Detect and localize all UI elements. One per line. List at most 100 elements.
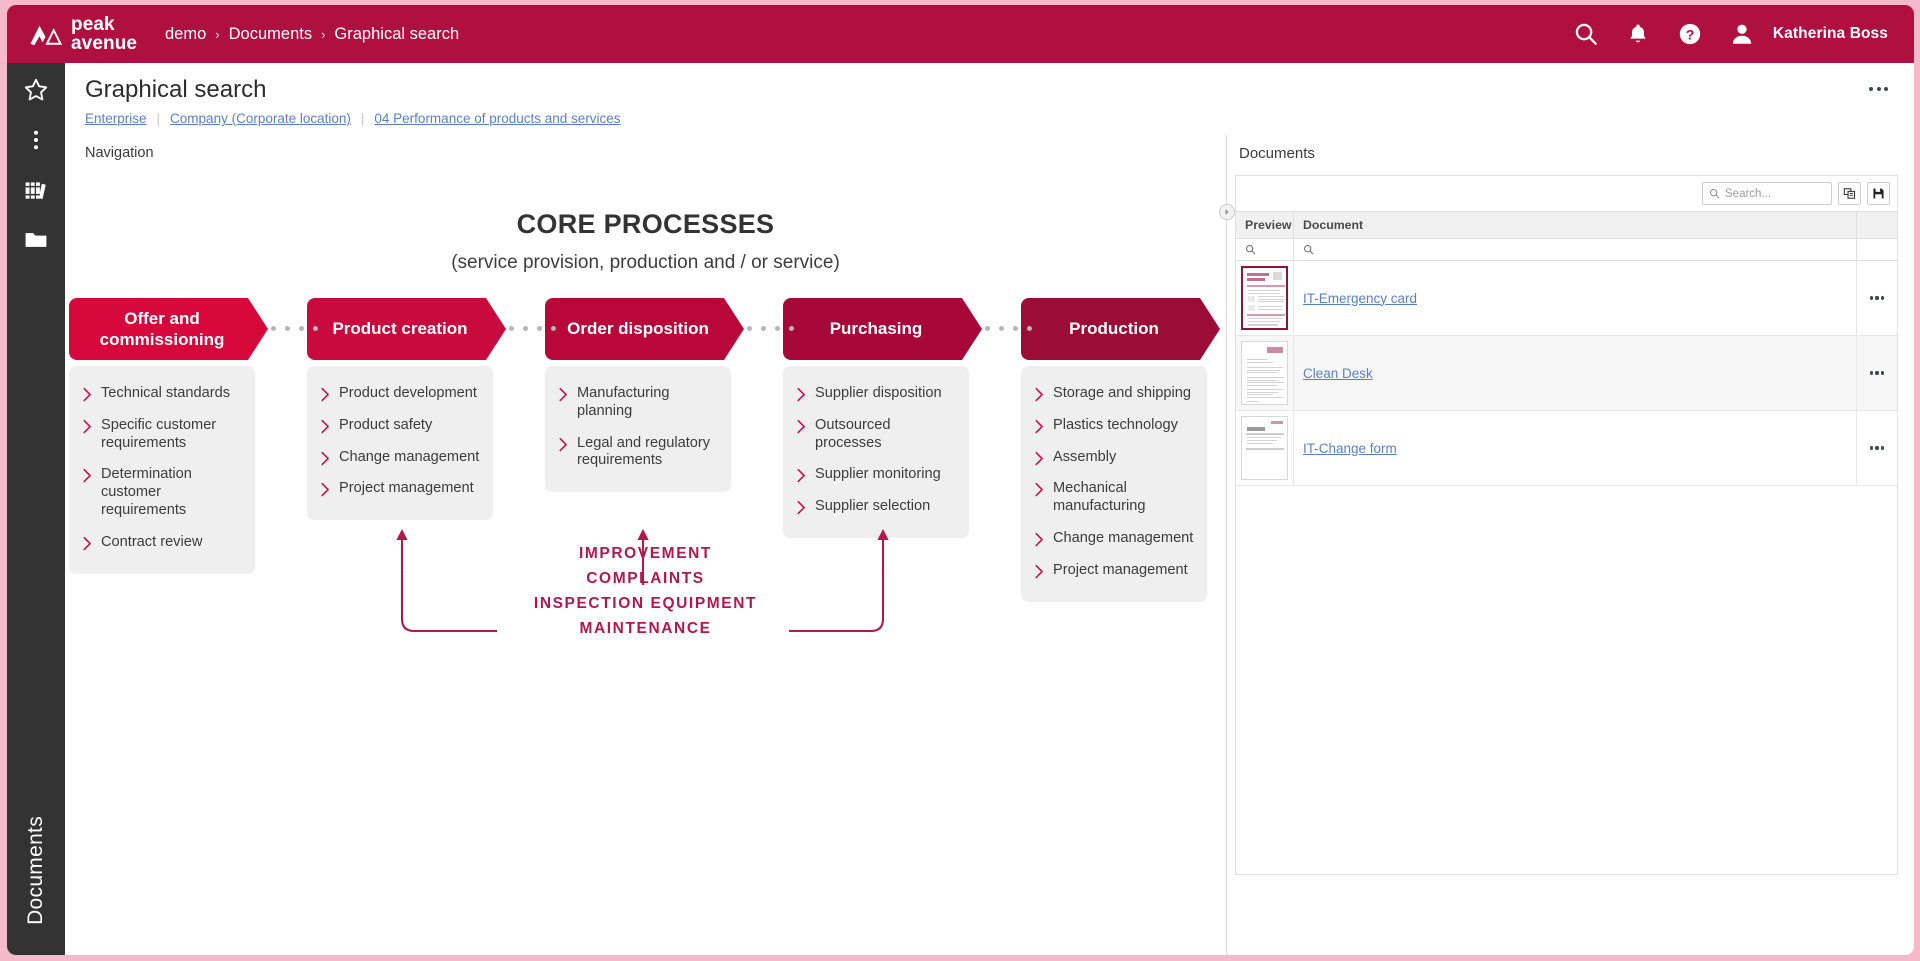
dot xyxy=(775,326,780,331)
process-item[interactable]: Technical standards xyxy=(81,385,243,403)
process-column: Product creation Product development Produ… xyxy=(307,298,506,521)
peak-avenue-logo-icon xyxy=(30,25,63,46)
process-item[interactable]: Storage and shipping xyxy=(1033,385,1195,403)
process-header-product-creation[interactable]: Product creation xyxy=(307,298,506,360)
process-item-label: Plastics technology xyxy=(1053,416,1178,433)
search-input[interactable] xyxy=(1725,187,1825,200)
dot xyxy=(1869,296,1873,300)
table-row[interactable]: IT-Emergency card xyxy=(1236,261,1897,336)
chevron-right-icon xyxy=(321,387,329,402)
process-item-label: Supplier monitoring xyxy=(815,466,941,483)
chevron-right-icon xyxy=(797,469,805,483)
page-title: Graphical search xyxy=(85,76,267,103)
dot xyxy=(1875,296,1879,300)
process-header-label: Purchasing xyxy=(829,319,923,339)
save-button[interactable] xyxy=(1867,182,1890,205)
brand-line-2: avenue xyxy=(71,33,138,54)
document-link[interactable]: Clean Desk xyxy=(1303,366,1373,381)
chevron-right-icon xyxy=(559,437,567,451)
dot xyxy=(523,326,528,331)
process-header-order-disposition[interactable]: Order disposition xyxy=(545,298,744,360)
top-header-bar: peak avenue demo › Documents › Graphical… xyxy=(7,5,1914,63)
process-item[interactable]: Product development xyxy=(319,385,481,403)
breadcrumb-item-graphical-search[interactable]: Graphical search xyxy=(334,25,459,44)
username-label[interactable]: Katherina Boss xyxy=(1773,25,1888,43)
process-item[interactable]: Legal and regulatory requirements xyxy=(557,435,719,471)
search-icon[interactable] xyxy=(1573,21,1599,47)
dot xyxy=(313,326,318,331)
copy-button[interactable] xyxy=(1838,182,1861,205)
dot xyxy=(1869,87,1873,91)
folder-icon[interactable] xyxy=(23,227,49,253)
row-overflow-menu[interactable] xyxy=(1866,288,1889,307)
cell-actions xyxy=(1856,336,1897,410)
more-vertical-icon[interactable] xyxy=(23,127,49,153)
process-item[interactable]: Supplier monitoring xyxy=(795,466,957,484)
brand-logo[interactable]: peak avenue xyxy=(7,14,147,54)
rail-vertical-label-documents[interactable]: Documents xyxy=(24,816,48,925)
row-overflow-menu[interactable] xyxy=(1866,438,1889,457)
process-item[interactable]: Change management xyxy=(319,449,481,467)
chevron-right-icon xyxy=(1035,451,1043,465)
process-item[interactable]: Product safety xyxy=(319,417,481,435)
dot xyxy=(299,326,304,331)
dot xyxy=(789,326,794,331)
dot xyxy=(1027,326,1032,331)
dot xyxy=(761,326,766,331)
process-item[interactable]: Supplier disposition xyxy=(795,385,957,403)
page-overflow-menu[interactable] xyxy=(1863,81,1894,97)
document-link[interactable]: IT-Emergency card xyxy=(1303,291,1417,306)
column-header-actions xyxy=(1856,212,1897,238)
document-thumbnail[interactable] xyxy=(1241,341,1288,405)
context-link-performance[interactable]: 04 Performance of products and services xyxy=(374,111,620,126)
bell-icon[interactable] xyxy=(1625,21,1651,47)
process-header-purchasing[interactable]: Purchasing xyxy=(783,298,982,360)
process-item[interactable]: Plastics technology xyxy=(1033,417,1195,435)
document-link[interactable]: IT-Change form xyxy=(1303,441,1397,456)
dot xyxy=(1875,371,1879,375)
filter-cell-document[interactable] xyxy=(1293,239,1856,260)
dot xyxy=(509,326,514,331)
process-item[interactable]: Assembly xyxy=(1033,449,1195,467)
user-icon[interactable] xyxy=(1729,21,1755,47)
process-item-label: Product safety xyxy=(339,416,433,433)
breadcrumb-item-documents[interactable]: Documents xyxy=(229,25,312,44)
row-overflow-menu[interactable] xyxy=(1866,363,1889,382)
process-item[interactable]: Manufacturing planning xyxy=(557,385,719,421)
dot xyxy=(1884,87,1888,91)
search-input-wrapper[interactable] xyxy=(1702,182,1832,205)
left-icon-rail: Documents xyxy=(7,63,65,955)
breadcrumb-item-demo[interactable]: demo xyxy=(165,25,206,44)
table-row[interactable]: Clean Desk xyxy=(1236,336,1897,411)
connector-dots xyxy=(271,326,318,331)
process-header-production[interactable]: Production xyxy=(1021,298,1220,360)
connector-dots xyxy=(747,326,794,331)
dot xyxy=(1881,371,1885,375)
context-link-company[interactable]: Company (Corporate location) xyxy=(170,111,351,126)
header-actions: ? Katherina Boss xyxy=(1573,21,1914,47)
dot xyxy=(1881,446,1885,450)
table-row[interactable]: IT-Change form xyxy=(1236,411,1897,486)
process-item[interactable]: Specific customer requirements xyxy=(81,417,243,453)
column-header-document[interactable]: Document xyxy=(1293,212,1856,238)
column-header-preview[interactable]: Preview xyxy=(1236,218,1293,232)
filter-cell-preview[interactable] xyxy=(1236,239,1293,260)
dot xyxy=(1881,296,1885,300)
dot xyxy=(551,326,556,331)
context-link-enterprise[interactable]: Enterprise xyxy=(85,111,147,126)
document-thumbnail[interactable] xyxy=(1241,416,1288,480)
process-item[interactable]: Outsourced processes xyxy=(795,417,957,453)
process-header-offer-and-commissioning[interactable]: Offer and commissioning xyxy=(69,298,268,360)
panel-divider xyxy=(1226,135,1227,955)
star-icon[interactable] xyxy=(23,77,49,103)
cell-preview xyxy=(1236,261,1293,335)
search-icon xyxy=(1709,188,1720,199)
diagram-title: CORE PROCESSES xyxy=(516,209,775,239)
chevron-right-icon xyxy=(321,419,329,434)
dot xyxy=(1013,326,1018,331)
library-icon[interactable] xyxy=(23,177,49,203)
panel-collapse-handle[interactable] xyxy=(1219,204,1235,220)
document-thumbnail[interactable] xyxy=(1241,266,1288,330)
help-icon[interactable]: ? xyxy=(1677,21,1703,47)
chevron-right-icon xyxy=(83,469,91,483)
